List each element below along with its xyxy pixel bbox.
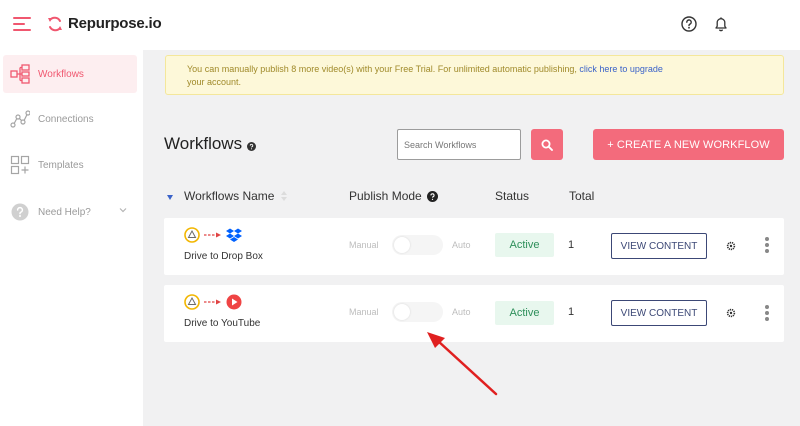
mode-auto-label: Auto — [452, 307, 471, 317]
column-header-label: Workflows Name — [184, 189, 275, 203]
status-badge: Active — [495, 233, 554, 257]
arrow-right-icon — [204, 299, 221, 305]
column-header-total: Total — [569, 189, 595, 203]
sidebar-item-label: Need Help? — [38, 206, 91, 218]
more-options-icon[interactable] — [764, 237, 770, 253]
table-row: Drive to Drop Box Manual Auto Active 1 V… — [164, 218, 784, 275]
help-circle-icon — [9, 201, 31, 223]
trial-banner: You can manually publish 8 more video(s)… — [165, 55, 784, 95]
toggle-knob — [394, 304, 410, 320]
search-icon — [541, 139, 553, 151]
total-count: 1 — [568, 306, 575, 318]
app-logo[interactable]: Repurpose.io — [47, 15, 162, 32]
column-header-label: Publish Mode — [349, 189, 422, 203]
banner-text-line2: your account. — [187, 77, 242, 87]
view-content-button[interactable]: VIEW CONTENT — [611, 233, 707, 259]
workflows-icon — [9, 63, 31, 85]
help-icon[interactable] — [680, 15, 698, 33]
arrow-right-icon — [204, 232, 221, 238]
status-badge: Active — [495, 301, 554, 325]
top-bar: Repurpose.io — [0, 0, 800, 50]
search-button[interactable] — [531, 129, 563, 160]
column-header-status: Status — [495, 189, 530, 203]
table-row: Drive to YouTube Manual Auto Active 1 VI… — [164, 285, 784, 342]
sidebar-item-label: Connections — [38, 113, 94, 125]
repurpose-logo-icon — [48, 16, 62, 31]
templates-icon — [9, 154, 31, 176]
column-header-publish-mode: Publish Mode — [349, 189, 438, 203]
create-workflow-button[interactable]: + CREATE A NEW WORKFLOW — [593, 129, 784, 160]
connections-icon — [9, 108, 31, 130]
mode-manual-label: Manual — [349, 307, 379, 317]
youtube-icon — [226, 294, 242, 310]
publish-mode-help-icon[interactable] — [426, 190, 438, 202]
sidebar-item-templates[interactable]: Templates — [3, 146, 137, 184]
gear-icon[interactable] — [726, 241, 736, 251]
workflow-name[interactable]: Drive to YouTube — [184, 318, 260, 329]
publish-mode-toggle[interactable] — [392, 235, 443, 255]
sidebar-item-connections[interactable]: Connections — [3, 100, 137, 138]
banner-text: You can manually publish 8 more video(s)… — [187, 64, 580, 74]
gear-icon[interactable] — [726, 308, 736, 318]
sort-icon — [281, 191, 288, 201]
sidebar: Workflows Connections Templates Need Hel… — [0, 50, 143, 426]
sidebar-item-label: Workflows — [38, 68, 84, 80]
toggle-knob — [394, 237, 410, 253]
column-header-name[interactable]: Workflows Name — [184, 189, 288, 203]
page-title: Workflows — [164, 134, 243, 153]
page-title-group: Workflows — [164, 134, 257, 154]
chevron-down-icon — [119, 208, 127, 213]
google-drive-icon — [184, 294, 200, 310]
info-help-icon[interactable] — [247, 142, 257, 151]
sidebar-item-need-help[interactable]: Need Help? — [3, 193, 137, 231]
flow-icons — [184, 294, 242, 310]
flow-icons — [184, 227, 242, 243]
sidebar-item-label: Templates — [38, 159, 84, 171]
dropbox-icon — [226, 228, 242, 242]
hamburger-menu-icon[interactable] — [13, 16, 31, 32]
total-count: 1 — [568, 239, 575, 251]
mode-manual-label: Manual — [349, 240, 379, 250]
more-options-icon[interactable] — [764, 305, 770, 321]
workflow-name[interactable]: Drive to Drop Box — [184, 251, 263, 262]
google-drive-icon — [184, 227, 200, 243]
app-name: Repurpose.io — [68, 15, 162, 32]
publish-mode-toggle[interactable] — [392, 302, 443, 322]
sort-caret-icon[interactable] — [167, 195, 173, 200]
search-input[interactable] — [397, 129, 521, 160]
bell-icon[interactable] — [712, 15, 730, 33]
upgrade-link[interactable]: click here to upgrade — [579, 64, 663, 74]
view-content-button[interactable]: VIEW CONTENT — [611, 300, 707, 326]
sidebar-item-workflows[interactable]: Workflows — [3, 55, 137, 93]
mode-auto-label: Auto — [452, 240, 471, 250]
